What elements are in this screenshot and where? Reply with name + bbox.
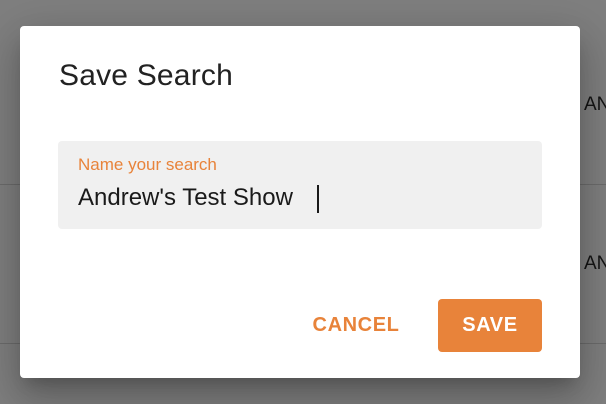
text-caret (317, 185, 319, 213)
cancel-button[interactable]: CANCEL (296, 299, 416, 352)
save-button[interactable]: SAVE (438, 299, 542, 352)
dialog-actions: CANCEL SAVE (296, 299, 542, 352)
search-name-field[interactable]: Name your search (58, 141, 542, 229)
search-name-input[interactable] (78, 181, 518, 215)
dialog-title: Save Search (59, 59, 233, 92)
save-search-dialog: Save Search Name your search CANCEL SAVE (20, 26, 580, 378)
search-name-label: Name your search (78, 155, 217, 174)
